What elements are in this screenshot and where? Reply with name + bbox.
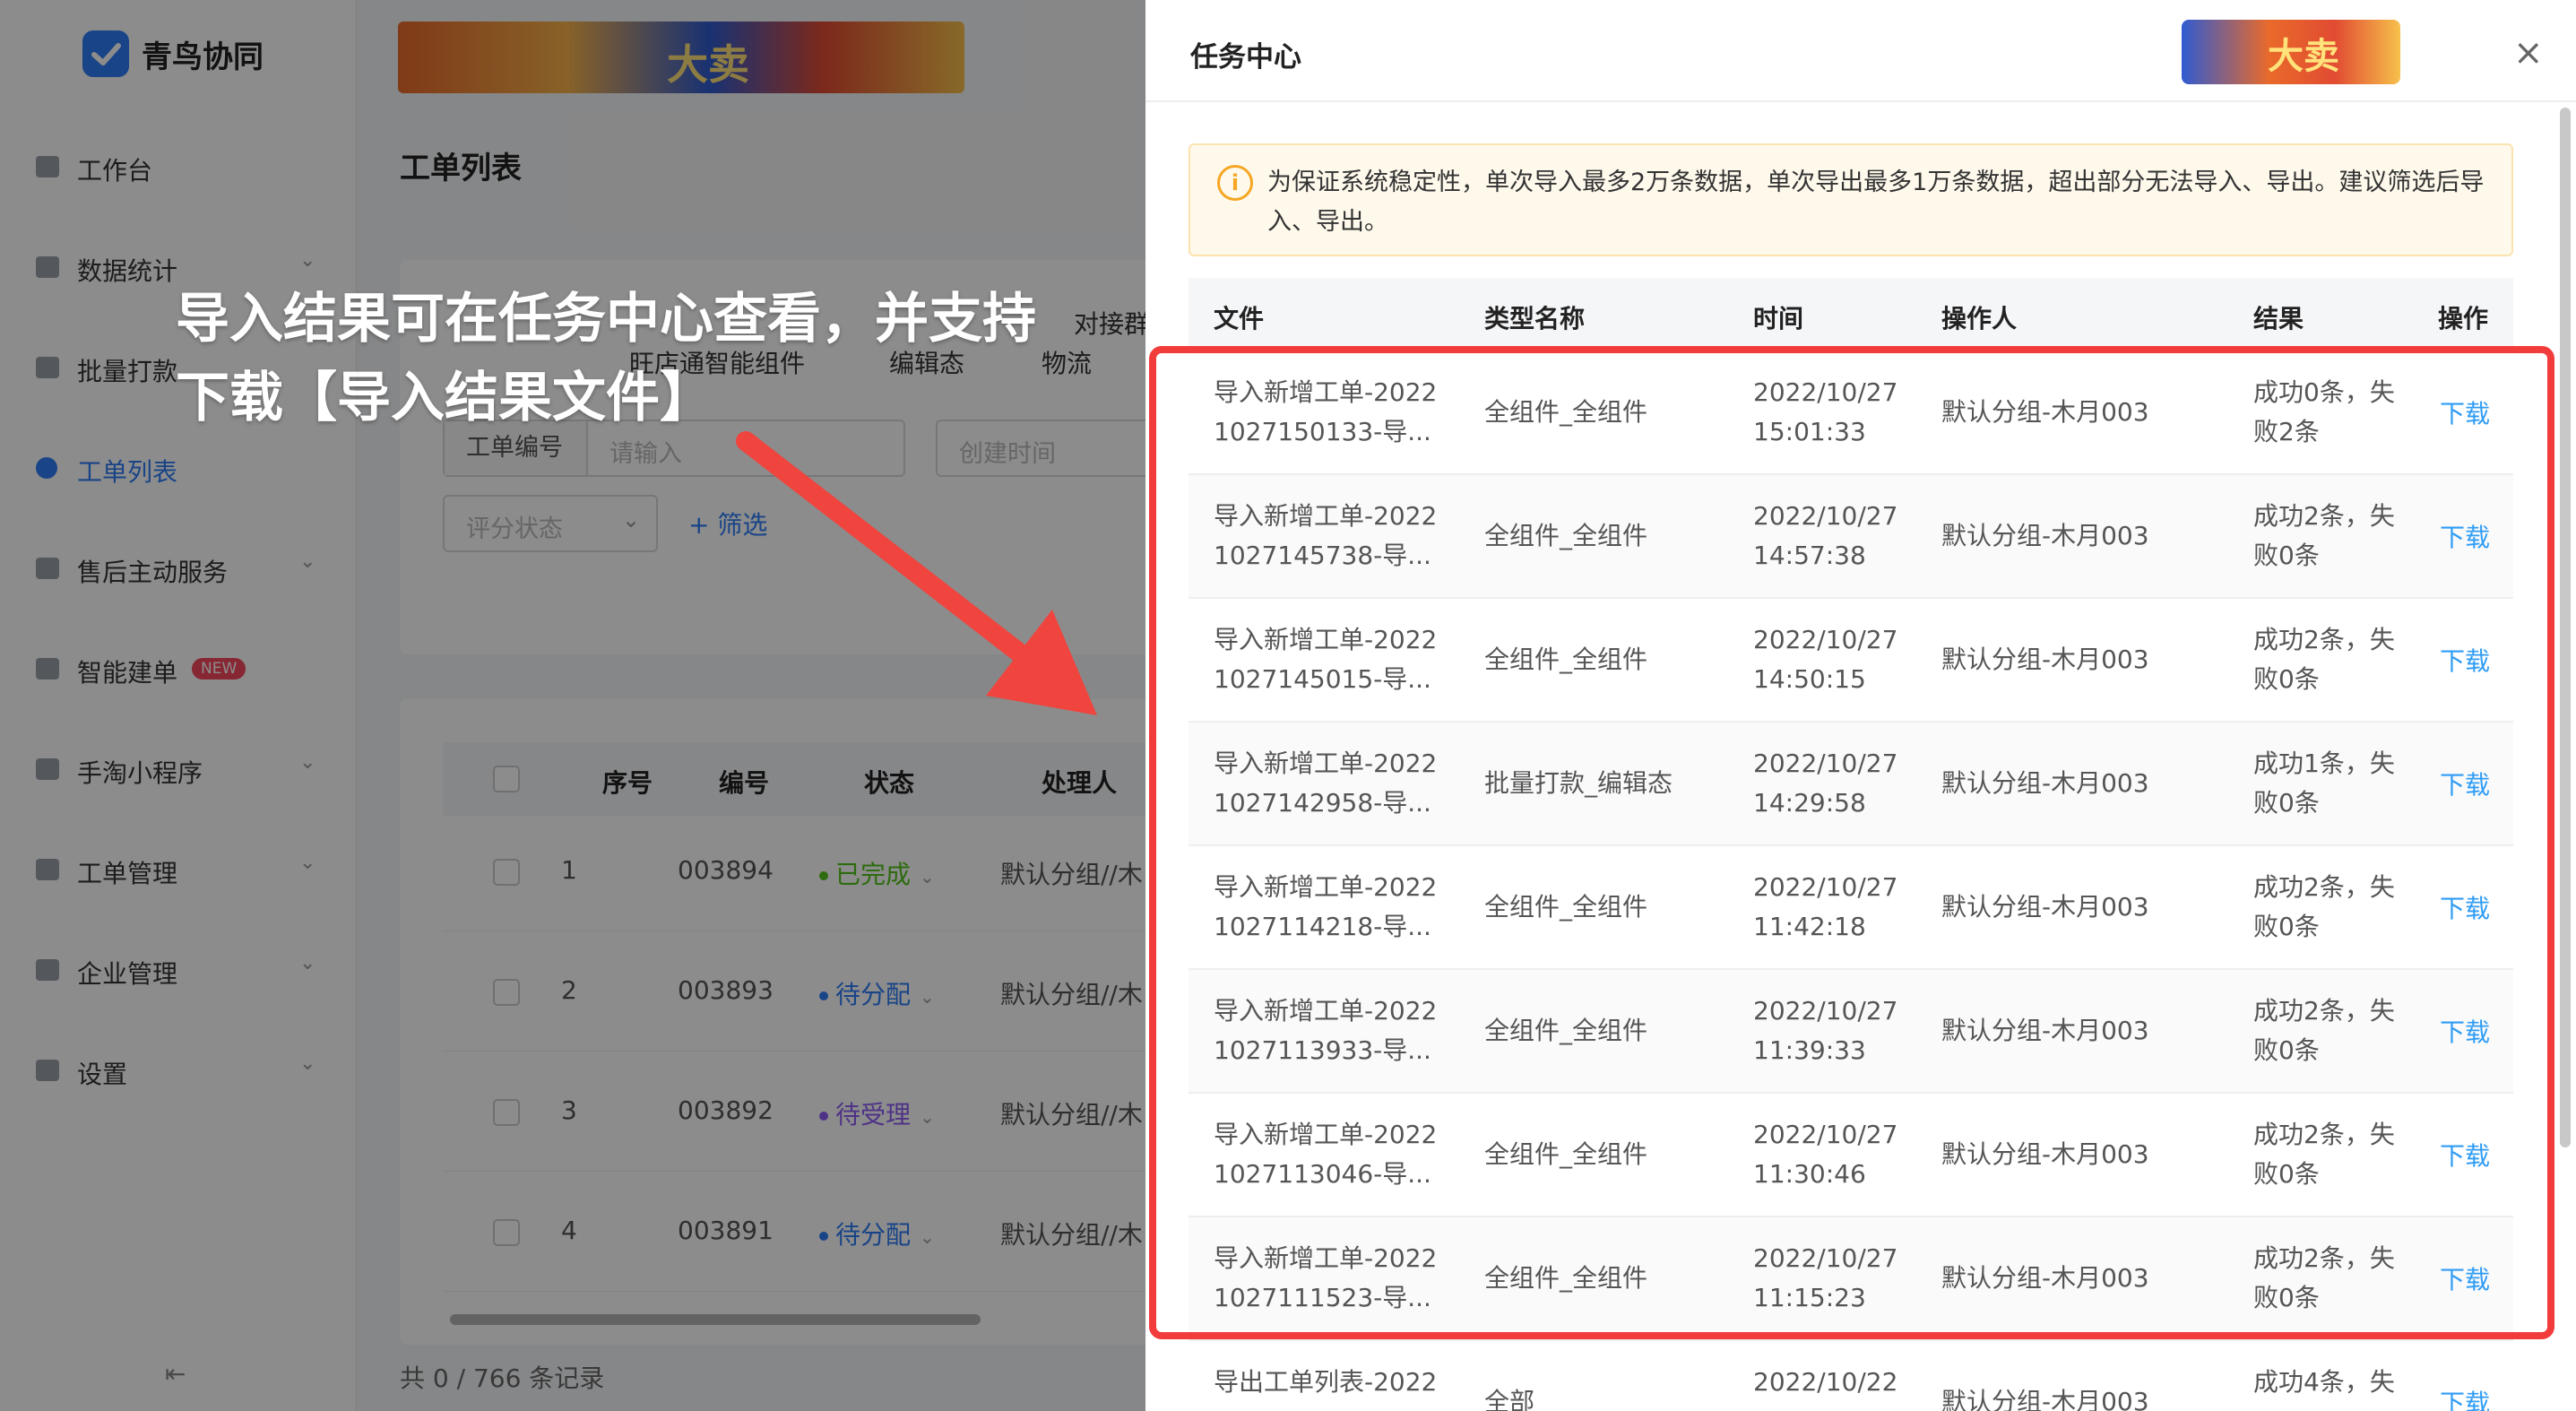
task-time: 2022/10/22 xyxy=(1753,1363,1897,1402)
annotation-text: 导入结果可在任务中心查看，并支持 下载【导入结果文件】 xyxy=(176,280,1036,437)
task-result-line-1: 成功4条，失 xyxy=(2253,1367,2395,1397)
task-date: 2022/10/22 xyxy=(1753,1367,1898,1397)
task-file-line-1: 导出工单列表-2022 xyxy=(1214,1367,1438,1397)
drawer-divider xyxy=(1145,100,2576,102)
task-file: 导出工单列表-2022 xyxy=(1214,1363,1437,1402)
col-operator: 操作人 xyxy=(1941,304,2018,333)
task-type: 全部 xyxy=(1484,1387,1535,1411)
annotation-line-2: 下载【导入结果文件】 xyxy=(176,367,713,429)
download-link[interactable]: 下载 xyxy=(2440,1384,2490,1411)
col-time: 时间 xyxy=(1753,304,1804,333)
drawer-title: 任务中心 xyxy=(1190,41,1301,74)
annotation-arrow xyxy=(736,431,1097,715)
col-result: 结果 xyxy=(2253,304,2304,333)
task-table-header: 文件 类型名称 时间 操作人 结果 操作 xyxy=(1189,278,2513,351)
alert-message: 为保证系统稳定性，单次导入最多2万条数据，单次导出最多1万条数据，超出部分无法导… xyxy=(1267,169,2485,236)
highlight-box xyxy=(1149,346,2554,1339)
close-icon[interactable]: × xyxy=(2513,32,2544,74)
limit-alert: i 为保证系统稳定性，单次导入最多2万条数据，单次导出最多1万条数据，超出部分无… xyxy=(1189,143,2513,256)
vertical-scrollbar[interactable] xyxy=(2560,108,2571,1147)
drawer-promo-banner[interactable]: 大卖 xyxy=(2182,20,2400,84)
col-type: 类型名称 xyxy=(1484,304,1586,333)
task-operator: 默认分组-木月003 xyxy=(1941,1387,2149,1411)
task-row: 导出工单列表-2022 全部 2022/10/22 默认分组-木月003 成功4条，失下… xyxy=(1189,1341,2513,1411)
drawer-banner-text: 大卖 xyxy=(2268,36,2339,77)
task-result: 成功4条，失 xyxy=(2253,1363,2395,1402)
info-icon: i xyxy=(1217,165,1253,201)
annotation-line-1: 导入结果可在任务中心查看，并支持 xyxy=(176,288,1036,351)
col-file: 文件 xyxy=(1214,304,1265,333)
col-action: 操作 xyxy=(2438,304,2489,333)
